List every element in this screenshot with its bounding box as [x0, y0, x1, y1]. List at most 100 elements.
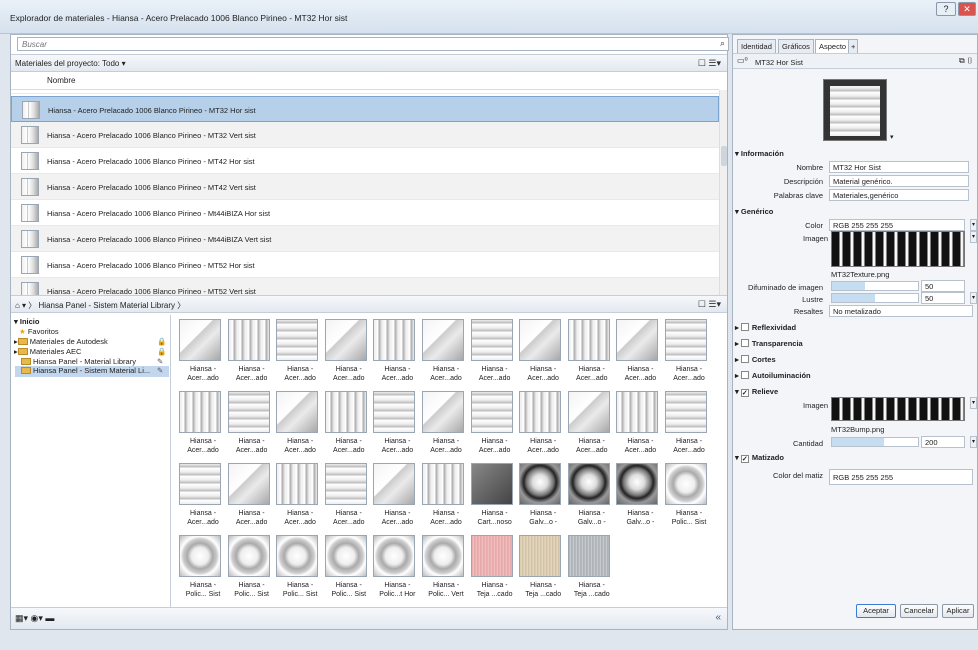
material-tile[interactable]: Hiansa - Acer...ado: [422, 319, 468, 387]
material-tile[interactable]: Hiansa - Acer...ado: [470, 319, 517, 387]
tree-item-aec[interactable]: ▸ Materiales AEC: [14, 347, 81, 356]
material-tile[interactable]: Hiansa - Acer...ado: [519, 391, 565, 459]
list-item[interactable]: Hiansa - Acero Prelacado 1006 Blanco Pir…: [11, 252, 719, 278]
material-tile[interactable]: Hiansa - Acer...ado: [422, 463, 468, 531]
close-button[interactable]: ✕: [958, 2, 976, 16]
cancelar-button[interactable]: Cancelar: [900, 604, 938, 618]
list-item[interactable]: Hiansa - Acero Prelacado 1006 Blanco Pir…: [11, 278, 719, 295]
tab-aspecto[interactable]: Aspecto: [815, 39, 851, 53]
material-tile[interactable]: Hiansa - Galv...o -: [616, 463, 662, 531]
section-transparencia[interactable]: ▸ Transparencia: [735, 339, 975, 348]
library-view-icon[interactable]: ☐ ☰▾: [698, 299, 721, 310]
material-tile[interactable]: Hiansa - Acer...ado: [373, 391, 419, 459]
view-options-icon[interactable]: ☐ ☰▾: [698, 58, 721, 69]
matiz-field[interactable]: RGB 255 255 255: [829, 469, 973, 485]
material-tile[interactable]: Hiansa - Teja ...cado: [470, 535, 517, 603]
list-item[interactable]: [11, 90, 719, 94]
material-tile[interactable]: Hiansa - Galv...o -: [519, 463, 565, 531]
material-tile[interactable]: Hiansa - Acer...ado: [179, 463, 225, 531]
list-item[interactable]: Hiansa - Acero Prelacado 1006 Blanco Pir…: [11, 148, 719, 174]
material-tile[interactable]: Hiansa - Acer...ado: [519, 319, 565, 387]
list-item[interactable]: Hiansa - Acero Prelacado 1006 Blanco Pir…: [11, 122, 719, 148]
project-filter-dropdown[interactable]: Materiales del proyecto: Todo ▾: [15, 59, 126, 68]
tree-item-autodesk[interactable]: ▸ Materiales de Autodesk: [14, 337, 108, 346]
section-informacion[interactable]: ▾ Información: [735, 149, 975, 158]
duplicate-icon[interactable]: ⧉ ▯: [959, 56, 973, 66]
material-tile[interactable]: Hiansa - Acer...ado: [373, 319, 419, 387]
material-tile[interactable]: Hiansa - Acer...ado: [616, 391, 662, 459]
material-tile[interactable]: Hiansa - Polic...t Hor: [373, 535, 419, 603]
material-tile[interactable]: Hiansa - Acer...ado: [567, 319, 614, 387]
texture-image[interactable]: [831, 231, 965, 267]
bump-image[interactable]: [831, 397, 965, 421]
section-generico[interactable]: ▾ Genérico: [735, 207, 975, 216]
material-preview[interactable]: [823, 79, 887, 141]
material-tile[interactable]: Hiansa - Acer...ado: [179, 391, 225, 459]
material-tile[interactable]: Hiansa - Acer...ado: [567, 391, 614, 459]
material-tile[interactable]: Hiansa - Polic... Vert: [422, 535, 468, 603]
color-field[interactable]: RGB 255 255 255: [829, 219, 965, 231]
tab-graficos[interactable]: Gráficos: [778, 39, 814, 53]
material-tile[interactable]: Hiansa - Acer...ado: [227, 391, 274, 459]
material-tile[interactable]: Hiansa - Polic... Sist: [179, 535, 225, 603]
library-breadcrumb[interactable]: Hiansa Panel - Sistem Material Library: [39, 301, 176, 310]
tab-identidad[interactable]: Identidad: [737, 39, 776, 53]
material-tile[interactable]: Hiansa - Polic... Sist: [324, 535, 371, 603]
material-tile[interactable]: Hiansa - Cart...noso: [470, 463, 517, 531]
search-input[interactable]: [22, 39, 702, 50]
material-tile[interactable]: Hiansa - Acer...ado: [276, 319, 322, 387]
resaltes-select[interactable]: No metalizado: [829, 305, 973, 317]
material-tile[interactable]: Hiansa - Acer...ado: [665, 391, 711, 459]
lustre-value[interactable]: 50: [921, 292, 965, 304]
list-item[interactable]: Hiansa - Acero Prelacado 1006 Blanco Pir…: [11, 200, 719, 226]
material-tile[interactable]: Hiansa - Polic... Sist: [276, 535, 322, 603]
list-scrollbar[interactable]: [719, 90, 727, 295]
descripcion-field[interactable]: Material genérico.: [829, 175, 969, 187]
material-tile[interactable]: Hiansa - Acer...ado: [616, 319, 662, 387]
section-reflexividad[interactable]: ▸ Reflexividad: [735, 323, 975, 332]
nombre-field[interactable]: MT32 Hor Sist: [829, 161, 969, 173]
tree-item-hiansa-sistem[interactable]: Hiansa Panel - Sistem Material Li...: [15, 366, 169, 377]
material-tile[interactable]: Hiansa - Acer...ado: [227, 319, 274, 387]
difuminado-slider[interactable]: [831, 281, 919, 291]
material-tile[interactable]: Hiansa - Teja ...cado: [567, 535, 614, 603]
palabras-clave-field[interactable]: Materiales,genérico: [829, 189, 969, 201]
material-tile[interactable]: Hiansa - Acer...ado: [470, 391, 517, 459]
material-tile[interactable]: Hiansa - Acer...ado: [227, 463, 274, 531]
material-tile[interactable]: Hiansa - Teja ...cado: [519, 535, 565, 603]
material-tile[interactable]: Hiansa - Galv...o -: [567, 463, 614, 531]
material-tile[interactable]: Hiansa - Acer...ado: [179, 319, 225, 387]
color-dropdown[interactable]: ▾: [970, 219, 977, 231]
material-tile[interactable]: Hiansa - Acer...ado: [324, 463, 371, 531]
collapse-icon[interactable]: «: [715, 612, 721, 623]
material-tile[interactable]: Hiansa - Polic... Sist: [227, 535, 274, 603]
lustre-slider[interactable]: [831, 293, 919, 303]
help-button[interactable]: ?: [936, 2, 956, 16]
list-item[interactable]: Hiansa - Acero Prelacado 1006 Blanco Pir…: [11, 96, 719, 122]
cantidad-slider[interactable]: [831, 437, 919, 447]
material-tile[interactable]: Hiansa - Acer...ado: [373, 463, 419, 531]
bump-dropdown[interactable]: ▾: [970, 397, 977, 409]
tree-root[interactable]: ▾ Inicio: [14, 317, 39, 326]
material-tile[interactable]: Hiansa - Acer...ado: [276, 463, 322, 531]
material-tile[interactable]: Hiansa - Polic... Sist: [665, 463, 711, 531]
section-relieve[interactable]: ▾ ✓ Relieve: [735, 387, 975, 397]
imagen-dropdown[interactable]: ▾: [970, 231, 977, 243]
library-actions-icon[interactable]: ▦▾ ◉▾ ▬: [15, 613, 54, 624]
column-header[interactable]: Nombre: [11, 73, 719, 90]
aceptar-button[interactable]: Aceptar: [856, 604, 896, 618]
tree-item-hiansa-material[interactable]: Hiansa Panel - Material Library: [21, 357, 136, 366]
cantidad-value[interactable]: 200: [921, 436, 965, 448]
preview-dropdown-icon[interactable]: ▾: [890, 133, 894, 141]
home-icon[interactable]: ⌂ ▾ 〉: [15, 301, 36, 310]
section-autoiluminacion[interactable]: ▸ Autoiluminación: [735, 371, 975, 380]
list-item[interactable]: Hiansa - Acero Prelacado 1006 Blanco Pir…: [11, 226, 719, 252]
material-tile[interactable]: Hiansa - Acer...ado: [324, 391, 371, 459]
add-tab-button[interactable]: +: [848, 39, 859, 53]
section-cortes[interactable]: ▸ Cortes: [735, 355, 975, 364]
aplicar-button[interactable]: Aplicar: [942, 604, 974, 618]
search-box[interactable]: ⌕: [17, 37, 729, 51]
material-tile[interactable]: Hiansa - Acer...ado: [276, 391, 322, 459]
material-tile[interactable]: Hiansa - Acer...ado: [665, 319, 711, 387]
cantidad-dropdown[interactable]: ▾: [970, 436, 977, 448]
